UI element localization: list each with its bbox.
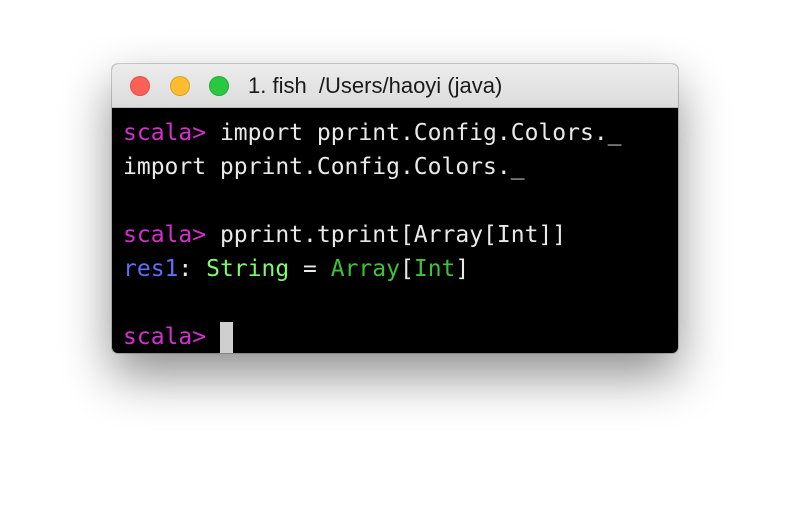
result-name: res1 [123, 256, 179, 282]
result-generic-inner: Int [413, 256, 456, 282]
result-bracket-open: [ [399, 256, 414, 282]
prompt-text: scala> [123, 120, 207, 146]
result-equals: = [289, 256, 331, 282]
terminal-line: scala> import pprint.Config.Colors._ [123, 116, 668, 150]
command-text: import pprint.Config.Colors._ [206, 120, 622, 146]
title-bar[interactable]: 1. fish /Users/haoyi (java) [112, 64, 678, 108]
terminal-line: res1: String = Array[Int] [123, 252, 668, 286]
cursor-block [219, 321, 233, 353]
window-title: 1. fish /Users/haoyi (java) [248, 73, 503, 98]
command-text: pprint.tprint[Array[Int]] [206, 222, 567, 248]
prompt-text: scala> [123, 222, 207, 248]
result-type: String [206, 256, 290, 282]
terminal-line: scala> pprint.tprint[Array[Int]] [123, 218, 668, 252]
maximize-icon[interactable] [209, 76, 229, 96]
minimize-icon[interactable] [170, 76, 190, 96]
result-generic-outer: Array [330, 256, 400, 282]
command-text [206, 320, 220, 353]
result-colon: : [178, 256, 207, 282]
terminal-content[interactable]: scala> import pprint.Config.Colors._ imp… [112, 108, 678, 353]
output-text: import pprint.Config.Colors._ [123, 154, 525, 180]
result-bracket-close: ] [455, 256, 470, 282]
terminal-window: 1. fish /Users/haoyi (java) scala> impor… [112, 64, 678, 353]
terminal-line: scala> [123, 320, 668, 353]
close-icon[interactable] [130, 76, 150, 96]
terminal-line: import pprint.Config.Colors._ [123, 150, 668, 184]
prompt-text: scala> [123, 324, 207, 350]
